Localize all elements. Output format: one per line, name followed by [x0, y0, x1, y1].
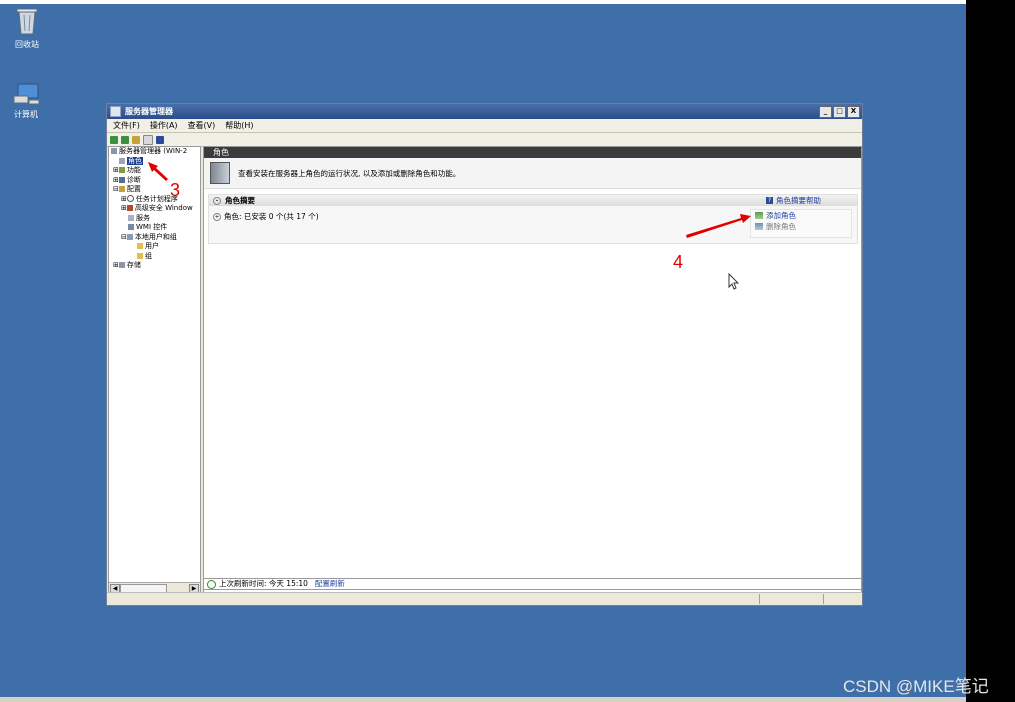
diagnostics-icon [118, 176, 125, 183]
content-header: 角色 [204, 147, 861, 158]
tree-item-firewall[interactable]: ⊞ 高级安全 Window [109, 204, 200, 214]
menu-view[interactable]: 查看(V) [188, 120, 216, 131]
tree-item-services[interactable]: 服务 [109, 214, 200, 224]
folder-icon [137, 252, 143, 259]
roles-installed-text: 角色: 已安装 0 个(共 17 个) [224, 212, 319, 221]
roles-installed-line: + 角色: 已安装 0 个(共 17 个) [213, 211, 319, 222]
tree-item-task-scheduler[interactable]: ⊞ 任务计划程序 [109, 195, 200, 205]
features-icon [118, 167, 125, 173]
roles-summary-header[interactable]: – 角色摘要 ? 角色摘要帮助 [209, 195, 857, 206]
maximize-button[interactable]: □ [833, 105, 846, 118]
navigation-tree: 服务器管理器 (WIN-2 角色 ⊞ 功能 ⊞ 诊断 ⊟ 配置 ⊞ 任务计划程序 ⊞ 高级… [108, 146, 201, 594]
csdn-watermark: CSDN @MIKE笔记 [843, 677, 989, 696]
desktop-icon-label: 回收站 [15, 40, 39, 49]
server-roles-icon [210, 162, 230, 184]
tree-item-storage[interactable]: ⊞ 存储 [109, 261, 200, 271]
tree-item-wmi[interactable]: WMI 控件 [109, 223, 200, 233]
collapse-icon[interactable]: – [213, 196, 221, 205]
top-strip [0, 0, 966, 4]
add-roles-link[interactable]: 添加角色 [751, 210, 851, 221]
storage-icon [118, 262, 125, 268]
roles-actions-box: 添加角色 删除角色 [750, 209, 852, 238]
remove-roles-link[interactable]: 删除角色 [751, 221, 851, 232]
menu-action[interactable]: 操作(A) [150, 120, 178, 131]
annotation-step-3: 3 [170, 180, 181, 200]
help-icon: ? [766, 197, 773, 204]
tree-item-diagnostics[interactable]: ⊞ 诊断 [109, 176, 200, 186]
roles-icon [119, 157, 125, 164]
tree-item-local-users[interactable]: ⊟ 本地用户和组 [109, 233, 200, 243]
menu-bar: 文件(F) 操作(A) 查看(V) 帮助(H) [107, 119, 862, 133]
menu-help[interactable]: 帮助(H) [225, 120, 253, 131]
folder-icon [137, 243, 143, 249]
server-manager-window: 服务器管理器 _ □ X 文件(F) 操作(A) 查看(V) 帮助(H) 服务器… [106, 103, 863, 606]
refresh-status-bar: 上次刷新时间: 今天 15:10 配置刷新 [203, 578, 862, 590]
refresh-icon [207, 579, 216, 589]
description-text: 查看安装在服务器上角色的运行状况, 以及添加或删除角色和功能。 [238, 168, 461, 178]
server-icon [111, 148, 117, 154]
mouse-cursor-icon [728, 273, 740, 290]
desktop-icon-label: 计算机 [14, 110, 38, 119]
tree-item-configuration[interactable]: ⊟ 配置 [109, 185, 200, 195]
help-link-text: 角色摘要帮助 [776, 196, 821, 205]
close-button[interactable]: X [847, 105, 860, 118]
screen-border-black [966, 0, 1015, 702]
roles-summary-help-link[interactable]: ? 角色摘要帮助 [766, 195, 857, 206]
desktop-icon-computer[interactable]: 计算机 [1, 82, 51, 120]
up-folder-icon[interactable] [132, 135, 140, 144]
back-icon[interactable] [110, 135, 118, 144]
configure-refresh-link[interactable]: 配置刷新 [315, 579, 345, 589]
clock-icon [126, 195, 134, 202]
taskbar[interactable] [0, 697, 966, 702]
roles-summary-section: – 角色摘要 ? 角色摘要帮助 + 角色: 已安装 0 个(共 17 个) 添加… [208, 194, 858, 244]
computer-icon [13, 83, 40, 105]
help-icon[interactable] [156, 135, 164, 144]
status-divider [823, 594, 824, 604]
users-group-icon [126, 233, 133, 240]
annotation-step-4: 4 [673, 252, 684, 272]
recycle-bin-icon [16, 8, 38, 35]
configuration-icon [118, 186, 125, 192]
firewall-icon [126, 205, 133, 211]
server-manager-icon [110, 106, 121, 117]
show-hide-tree-icon[interactable] [143, 134, 153, 145]
roles-summary-title: 角色摘要 [225, 196, 255, 205]
wmi-icon [128, 224, 134, 230]
add-role-icon [755, 212, 763, 219]
tree-item-server-manager[interactable]: 服务器管理器 (WIN-2 [109, 147, 200, 157]
tree-item-groups[interactable]: 组 [109, 252, 200, 262]
menu-file[interactable]: 文件(F) [113, 120, 140, 131]
window-body: 服务器管理器 (WIN-2 角色 ⊞ 功能 ⊞ 诊断 ⊟ 配置 ⊞ 任务计划程序 ⊞ 高级… [107, 146, 862, 594]
tree-item-roles[interactable]: 角色 [109, 156, 200, 167]
last-refresh-text: 上次刷新时间: 今天 15:10 [219, 579, 308, 588]
title-bar[interactable]: 服务器管理器 _ □ X [107, 104, 862, 119]
forward-icon[interactable] [121, 135, 129, 144]
content-description: 查看安装在服务器上角色的运行状况, 以及添加或删除角色和功能。 [204, 158, 861, 189]
tree-item-users[interactable]: 用户 [109, 242, 200, 252]
toolbar [107, 133, 862, 147]
expand-icon[interactable]: + [213, 212, 221, 221]
window-title: 服务器管理器 [125, 107, 173, 116]
desktop-icon-recycle-bin[interactable]: 回收站 [2, 6, 52, 50]
window-status-bar [107, 592, 862, 605]
services-icon [128, 214, 134, 221]
tree-item-features[interactable]: ⊞ 功能 [109, 166, 200, 176]
remove-role-icon [755, 223, 763, 230]
status-divider [759, 594, 760, 604]
roles-content-pane: 角色 查看安装在服务器上角色的运行状况, 以及添加或删除角色和功能。 – 角色摘… [203, 146, 862, 594]
minimize-button[interactable]: _ [819, 105, 832, 118]
